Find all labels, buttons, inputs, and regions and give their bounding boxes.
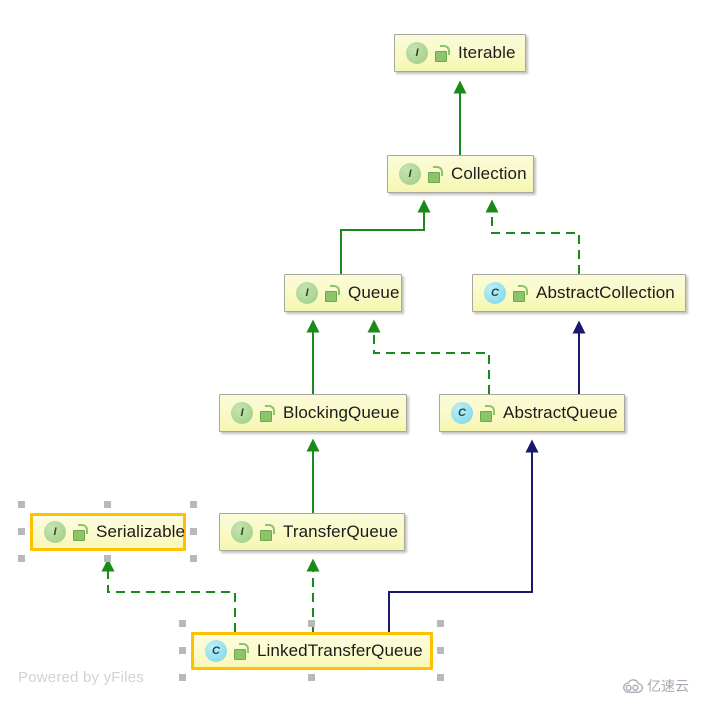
node-label: AbstractCollection xyxy=(536,283,675,302)
selection-handle-n[interactable] xyxy=(104,501,111,508)
selection-handle-ne[interactable] xyxy=(437,620,444,627)
brand-label: 亿速云 xyxy=(647,679,689,695)
class-badge-icon: C xyxy=(451,402,473,424)
selection-handle-w[interactable] xyxy=(18,528,25,535)
node-label: Queue xyxy=(348,283,400,302)
node-blockingqueue[interactable]: I BlockingQueue xyxy=(219,394,407,432)
node-label: Serializable xyxy=(96,522,186,541)
selection-handle-nw[interactable] xyxy=(179,620,186,627)
interface-badge-icon: I xyxy=(296,282,318,304)
selection-handle-w[interactable] xyxy=(179,647,186,654)
interface-badge-icon: I xyxy=(399,163,421,185)
selection-handle-ne[interactable] xyxy=(190,501,197,508)
open-lock-icon xyxy=(259,404,275,422)
node-linkedtransferqueue[interactable]: C LinkedTransferQueue xyxy=(191,632,433,670)
node-abstractqueue[interactable]: C AbstractQueue xyxy=(439,394,625,432)
open-lock-icon xyxy=(427,165,443,183)
edges-layer xyxy=(101,80,586,632)
interface-badge-icon: I xyxy=(44,521,66,543)
selection-handle-e[interactable] xyxy=(190,528,197,535)
class-badge-icon: C xyxy=(205,640,227,662)
node-label: Iterable xyxy=(458,43,516,62)
edge-queue-collection xyxy=(340,199,431,274)
selection-handle-se[interactable] xyxy=(437,674,444,681)
yfiles-watermark: Powered by yFiles xyxy=(18,669,144,686)
node-serializable[interactable]: I Serializable xyxy=(30,513,186,551)
edge-linkedtransferqueue-abstractqueue xyxy=(388,439,539,632)
open-lock-icon xyxy=(259,523,275,541)
node-collection[interactable]: I Collection xyxy=(387,155,534,193)
cloud-icon xyxy=(623,678,644,693)
open-lock-icon xyxy=(434,44,450,62)
node-abstractcollection[interactable]: C AbstractCollection xyxy=(472,274,686,312)
selection-handle-e[interactable] xyxy=(437,647,444,654)
selection-handle-se[interactable] xyxy=(190,555,197,562)
diagram-canvas[interactable]: I Iterable I Collection I Queue C Abstra… xyxy=(0,0,717,705)
node-label: AbstractQueue xyxy=(503,403,618,422)
open-lock-icon xyxy=(479,404,495,422)
class-badge-icon: C xyxy=(484,282,506,304)
open-lock-icon xyxy=(512,284,528,302)
node-label: BlockingQueue xyxy=(283,403,400,422)
node-label: LinkedTransferQueue xyxy=(257,641,423,660)
open-lock-icon xyxy=(233,642,249,660)
node-iterable[interactable]: I Iterable xyxy=(394,34,526,72)
brand-watermark: 亿速云 xyxy=(622,676,689,696)
node-queue[interactable]: I Queue xyxy=(284,274,402,312)
node-label: Collection xyxy=(451,164,527,183)
open-lock-icon xyxy=(324,284,340,302)
edge-abstractqueue-queue xyxy=(367,319,490,394)
edge-linkedtransferqueue-serializable xyxy=(101,558,236,632)
selection-handle-s[interactable] xyxy=(308,674,315,681)
selection-handle-sw[interactable] xyxy=(179,674,186,681)
selection-handle-s[interactable] xyxy=(104,555,111,562)
selection-handle-n[interactable] xyxy=(308,620,315,627)
open-lock-icon xyxy=(72,523,88,541)
edge-abstractcollection-collection xyxy=(485,199,580,274)
node-label: TransferQueue xyxy=(283,522,399,541)
interface-badge-icon: I xyxy=(231,521,253,543)
selection-handle-nw[interactable] xyxy=(18,501,25,508)
node-transferqueue[interactable]: I TransferQueue xyxy=(219,513,405,551)
selection-handle-sw[interactable] xyxy=(18,555,25,562)
interface-badge-icon: I xyxy=(406,42,428,64)
interface-badge-icon: I xyxy=(231,402,253,424)
